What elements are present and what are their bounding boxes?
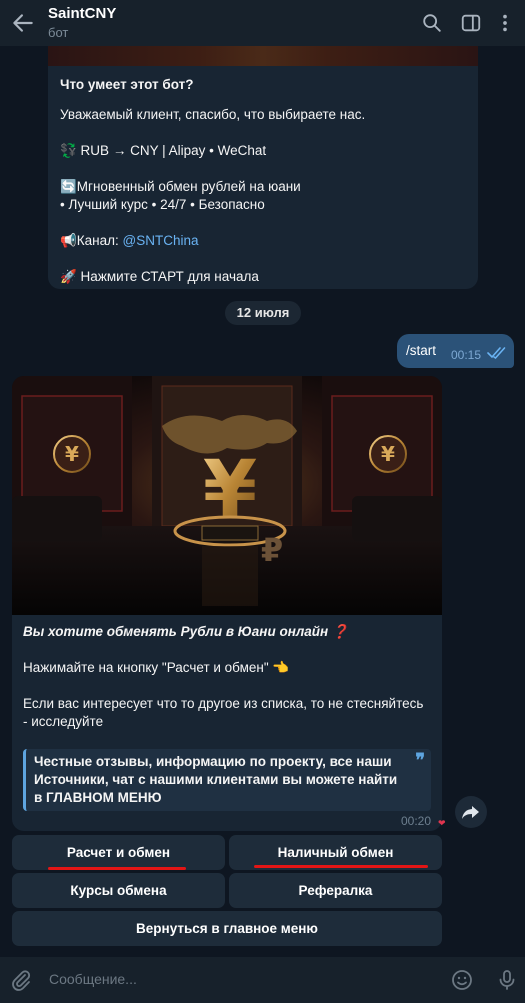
quote-mark-icon: ❞ xyxy=(415,750,425,770)
channel-link[interactable]: @SNTChina xyxy=(123,233,199,248)
menu-quote: Честные отзывы, информацию по проекту, в… xyxy=(23,749,431,811)
calc-exchange-button[interactable]: Расчет и обмен xyxy=(12,835,225,870)
date-separator: 12 июля xyxy=(225,301,301,325)
main-menu-button[interactable]: Вернуться в главное меню xyxy=(12,911,442,946)
microphone-icon[interactable] xyxy=(495,968,519,992)
forward-button[interactable] xyxy=(455,796,487,828)
bot-info-image xyxy=(48,46,478,66)
bot-info-greeting: Уважаемый клиент, спасибо, что выбираете… xyxy=(60,107,366,122)
outgoing-text: /start xyxy=(406,343,437,358)
sidebar-toggle-icon[interactable] xyxy=(460,12,482,34)
forward-arrow-icon xyxy=(462,806,479,819)
exchange-banner-image[interactable]: ¥ ¥ ¥ ₽ xyxy=(12,376,442,615)
svg-text:¥: ¥ xyxy=(381,442,395,466)
calc-underline xyxy=(48,867,186,870)
referral-button[interactable]: Рефералка xyxy=(229,873,442,908)
chat-title[interactable]: SaintCNY xyxy=(48,5,116,22)
heart-reaction[interactable]: ❤ xyxy=(438,818,446,829)
message-input[interactable]: Сообщение... xyxy=(49,971,137,987)
bot-info-line2a: 🔄Мгновенный обмен рублей на юани xyxy=(60,179,301,194)
bot-info-line2b: • Лучший курс • 24/7 • Безопасно xyxy=(60,197,265,212)
chat-history[interactable]: Что умеет этот бот? Уважаемый клиент, сп… xyxy=(0,46,525,957)
incoming-message[interactable]: ¥ ¥ ¥ ₽ Вы хотите обменять Рубли в Юани … xyxy=(12,376,442,831)
chat-subtitle: бот xyxy=(48,25,69,40)
svg-text:¥: ¥ xyxy=(65,442,79,466)
attach-icon[interactable] xyxy=(9,968,33,992)
outgoing-time: 00:15 xyxy=(451,348,482,362)
bot-info-card: Что умеет этот бот? Уважаемый клиент, сп… xyxy=(48,46,478,289)
read-checkmarks-icon xyxy=(487,347,506,360)
bot-info-channel: 📢Канал: @SNTChina xyxy=(60,232,466,250)
channel-label: 📢Канал: xyxy=(60,233,123,248)
cash-underline xyxy=(254,865,428,868)
bot-info-heading: Что умеет этот бот? xyxy=(60,77,194,92)
incoming-time: 00:20 xyxy=(400,814,431,828)
more-menu-icon[interactable] xyxy=(494,12,516,34)
chat-header: SaintCNY бот xyxy=(0,0,525,46)
message-composer: Сообщение... xyxy=(0,957,525,1003)
search-icon[interactable] xyxy=(421,12,443,34)
explore-text: Если вас интересует что то другое из спи… xyxy=(23,696,424,729)
outgoing-message[interactable]: /start 00:15 xyxy=(397,334,514,368)
emoji-icon[interactable] xyxy=(450,968,474,992)
back-arrow-icon[interactable] xyxy=(10,10,36,36)
question-text: Вы хотите обменять Рубли в Юани онлайн ❓ xyxy=(23,624,349,639)
rates-button[interactable]: Курсы обмена xyxy=(12,873,225,908)
bot-info-line1: 💱 RUB → CNY | Alipay • WeChat xyxy=(60,143,267,158)
menu-quote-text: Честные отзывы, информацию по проекту, в… xyxy=(34,754,398,805)
svg-text:¥: ¥ xyxy=(203,445,257,535)
svg-text:₽: ₽ xyxy=(261,531,283,569)
instruction-text: Нажимайте на кнопку "Расчет и обмен" 👈 xyxy=(23,660,290,675)
bot-info-start: 🚀 Нажмите СТАРТ для начала xyxy=(60,269,259,284)
